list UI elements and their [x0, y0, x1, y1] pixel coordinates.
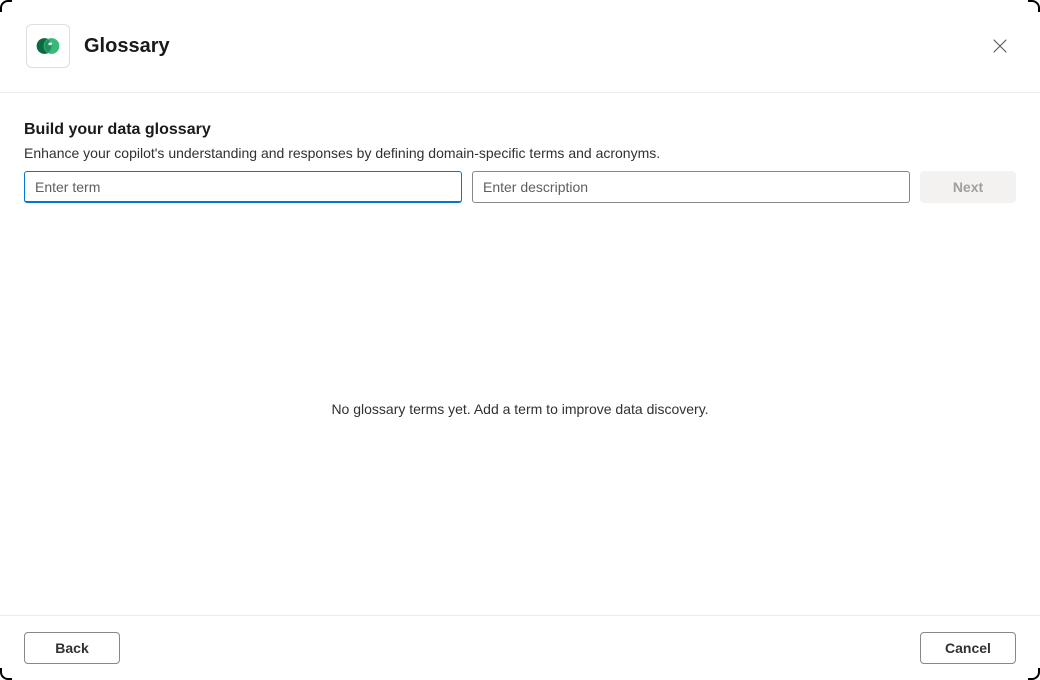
- empty-state-text: No glossary terms yet. Add a term to imp…: [331, 401, 708, 417]
- dialog-footer: Back Cancel: [0, 615, 1040, 680]
- dialog-header: Glossary: [0, 0, 1040, 93]
- glossary-dialog: Glossary Build your data glossary Enhanc…: [0, 0, 1040, 680]
- corner-decoration: [0, 0, 12, 12]
- dialog-title: Glossary: [84, 35, 170, 58]
- dataverse-icon: [34, 32, 62, 60]
- cancel-button[interactable]: Cancel: [920, 632, 1016, 664]
- glossary-form-row: Next: [24, 171, 1016, 203]
- term-input[interactable]: [24, 171, 462, 203]
- app-icon-container: [26, 24, 70, 68]
- section-title: Build your data glossary: [24, 121, 1016, 139]
- back-button[interactable]: Back: [24, 632, 120, 664]
- section-description: Enhance your copilot's understanding and…: [24, 145, 1016, 161]
- description-input[interactable]: [472, 171, 910, 203]
- empty-state: No glossary terms yet. Add a term to imp…: [24, 203, 1016, 615]
- dialog-content: Build your data glossary Enhance your co…: [0, 93, 1040, 615]
- close-icon: [992, 38, 1008, 54]
- next-button[interactable]: Next: [920, 171, 1016, 203]
- close-button[interactable]: [984, 30, 1016, 62]
